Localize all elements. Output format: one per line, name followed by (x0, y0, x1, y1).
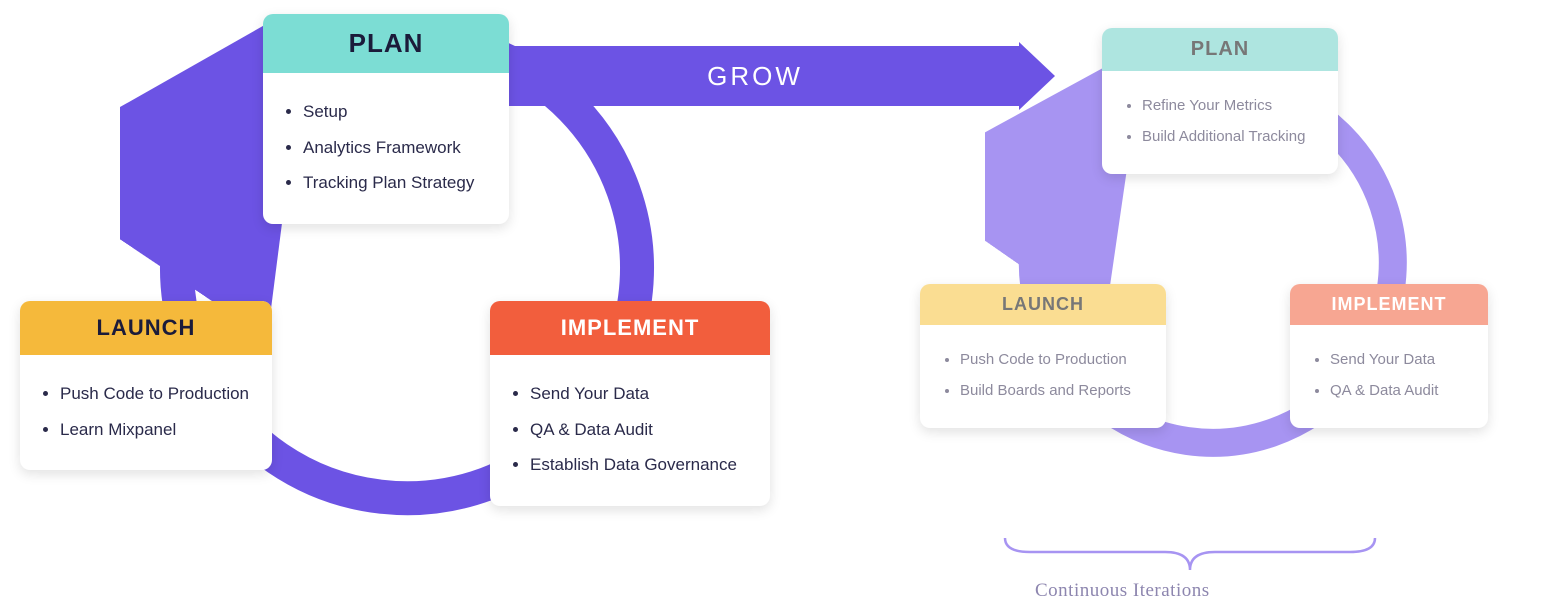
plan-card-secondary: PLAN Refine Your Metrics Build Additiona… (1102, 28, 1338, 174)
implement-card-sec-title: IMPLEMENT (1290, 284, 1488, 325)
launch-card-list: Push Code to Production Learn Mixpanel (46, 381, 250, 442)
list-item: Refine Your Metrics (1142, 95, 1316, 118)
list-item: Push Code to Production (60, 381, 250, 407)
plan-card-title: PLAN (263, 14, 509, 73)
grow-arrow: GROW (490, 46, 1060, 106)
grow-arrow-head (1019, 42, 1055, 110)
launch-card-sec-list: Push Code to Production Build Boards and… (946, 349, 1144, 402)
launch-card-title: LAUNCH (20, 301, 272, 355)
list-item: QA & Data Audit (530, 417, 748, 443)
brace-icon (1000, 536, 1380, 576)
launch-card-secondary: LAUNCH Push Code to Production Build Boa… (920, 284, 1166, 428)
list-item: Send Your Data (530, 381, 748, 407)
continuous-iterations-caption: Continuous Iterations (1035, 580, 1210, 602)
launch-card-main: LAUNCH Push Code to Production Learn Mix… (20, 301, 272, 470)
list-item: Send Your Data (1330, 349, 1466, 372)
plan-card-list: Setup Analytics Framework Tracking Plan … (289, 99, 487, 196)
implement-card-title: IMPLEMENT (490, 301, 770, 355)
list-item: Tracking Plan Strategy (303, 170, 487, 196)
list-item: QA & Data Audit (1330, 380, 1466, 403)
implement-card-main: IMPLEMENT Send Your Data QA & Data Audit… (490, 301, 770, 506)
list-item: Analytics Framework (303, 135, 487, 161)
plan-card-sec-title: PLAN (1102, 28, 1338, 71)
grow-label: GROW (490, 46, 1020, 106)
plan-card-main: PLAN Setup Analytics Framework Tracking … (263, 14, 509, 224)
list-item: Build Boards and Reports (960, 380, 1144, 403)
list-item: Push Code to Production (960, 349, 1144, 372)
list-item: Build Additional Tracking (1142, 126, 1316, 149)
implement-card-secondary: IMPLEMENT Send Your Data QA & Data Audit (1290, 284, 1488, 428)
diagram-container: GROW PLAN Setup Analytics Framework Trac… (0, 0, 1554, 613)
plan-card-sec-list: Refine Your Metrics Build Additional Tra… (1128, 95, 1316, 148)
launch-card-sec-title: LAUNCH (920, 284, 1166, 325)
implement-card-list: Send Your Data QA & Data Audit Establish… (516, 381, 748, 478)
implement-card-sec-list: Send Your Data QA & Data Audit (1316, 349, 1466, 402)
list-item: Learn Mixpanel (60, 417, 250, 443)
list-item: Setup (303, 99, 487, 125)
list-item: Establish Data Governance (530, 452, 748, 478)
